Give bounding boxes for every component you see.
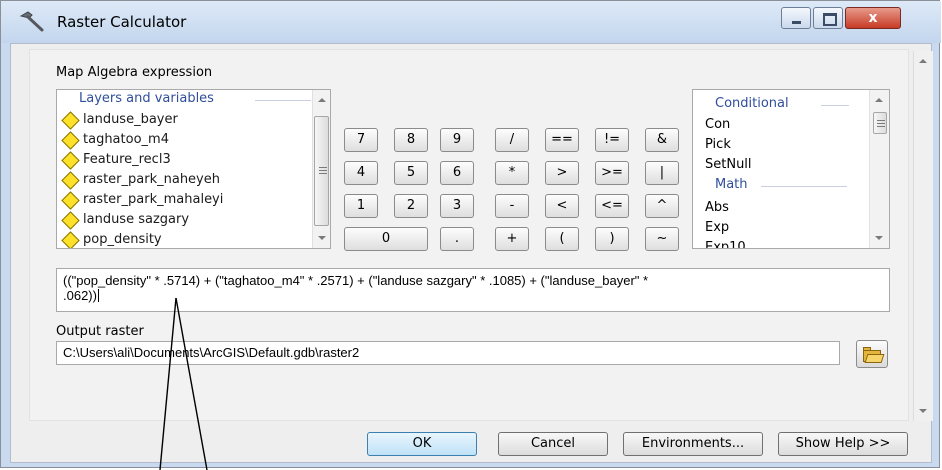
expression-line-1: (("pop_density" * .5714) + ("taghatoo_m4… (63, 273, 649, 288)
list-item[interactable]: pop_density (61, 230, 301, 248)
raster-layer-icon (61, 211, 80, 230)
map-algebra-label: Map Algebra expression (56, 65, 213, 80)
key-not[interactable]: ~ (645, 227, 679, 251)
key-xor[interactable]: ^ (645, 194, 679, 218)
minimize-icon (792, 21, 801, 24)
ok-button[interactable]: OK (367, 432, 477, 456)
key-minus[interactable]: - (495, 194, 529, 218)
raster-layer-icon (61, 151, 80, 170)
list-item[interactable]: raster_park_naheyeh (61, 170, 301, 190)
key-open-paren[interactable]: ( (545, 227, 579, 251)
key-less-equal[interactable]: <= (595, 194, 629, 218)
scroll-down-icon[interactable] (919, 409, 927, 413)
close-icon: x (868, 10, 878, 26)
scroll-thumb[interactable] (314, 116, 329, 226)
math-group-header: Math (715, 177, 748, 192)
scroll-up-icon[interactable] (919, 59, 927, 63)
key-7[interactable]: 7 (344, 128, 378, 152)
key-less[interactable]: < (545, 194, 579, 218)
output-raster-field[interactable]: C:\Users\ali\Documents\ArcGIS\Default.gd… (56, 341, 840, 365)
key-6[interactable]: 6 (440, 161, 474, 185)
scroll-down-icon[interactable] (875, 236, 883, 240)
grip-line (319, 167, 327, 168)
key-0[interactable]: 0 (344, 227, 428, 251)
raster-calculator-window: Raster Calculator x Map Algebra expressi… (0, 0, 941, 468)
grip-line (877, 123, 885, 124)
functions-list[interactable]: Conditional Con Pick SetNull Math Abs Ex… (692, 89, 890, 249)
key-1[interactable]: 1 (344, 194, 378, 218)
list-item[interactable]: taghatoo_m4 (61, 130, 301, 150)
key-greater-equal[interactable]: >= (595, 161, 629, 185)
function-item[interactable]: Pick (705, 137, 731, 152)
function-item[interactable]: Exp (705, 220, 729, 235)
raster-layer-icon (61, 131, 80, 150)
list-item[interactable]: landuse sazgary (61, 210, 301, 230)
grip-line (319, 173, 327, 174)
key-8[interactable]: 8 (394, 128, 428, 152)
maximize-icon (823, 13, 837, 26)
key-and[interactable]: & (645, 128, 679, 152)
functions-scrollbar[interactable] (869, 90, 889, 248)
list-item[interactable]: raster_park_mahaleyi (61, 190, 301, 210)
hammer-icon (19, 11, 44, 32)
function-item[interactable]: Con (705, 117, 730, 132)
key-divide[interactable]: / (495, 128, 529, 152)
grip-line (319, 170, 327, 171)
close-button[interactable]: x (845, 7, 901, 29)
maximize-button[interactable] (813, 7, 843, 29)
cancel-button[interactable]: Cancel (498, 432, 608, 456)
key-close-paren[interactable]: ) (595, 227, 629, 251)
key-5[interactable]: 5 (394, 161, 428, 185)
layers-list[interactable]: Layers and variables landuse_bayer tagha… (56, 89, 331, 249)
scroll-down-icon[interactable] (318, 236, 326, 240)
key-plus[interactable]: + (495, 227, 529, 251)
window-title: Raster Calculator (57, 13, 187, 31)
key-equal[interactable]: == (545, 128, 579, 152)
grip-line (877, 126, 885, 127)
key-3[interactable]: 3 (440, 194, 474, 218)
scroll-up-icon[interactable] (318, 98, 326, 102)
list-item[interactable]: landuse_bayer (61, 110, 301, 130)
key-or[interactable]: | (645, 161, 679, 185)
key-2[interactable]: 2 (394, 194, 428, 218)
expression-input[interactable]: (("pop_density" * .5714) + ("taghatoo_m4… (56, 268, 890, 312)
output-raster-label: Output raster (56, 324, 144, 339)
grip-line (877, 120, 885, 121)
function-item[interactable]: SetNull (705, 157, 752, 172)
group-divider (761, 186, 847, 187)
browse-button[interactable] (856, 340, 888, 368)
key-greater[interactable]: > (545, 161, 579, 185)
key-multiply[interactable]: * (495, 161, 529, 185)
dialog-scrollbar[interactable] (913, 51, 933, 421)
raster-layer-icon (61, 111, 80, 130)
layers-group-header: Layers and variables (79, 91, 214, 106)
show-help-button[interactable]: Show Help >> (778, 432, 908, 456)
scroll-thumb[interactable] (873, 112, 887, 134)
conditional-group-header: Conditional (715, 96, 789, 111)
title-bar[interactable]: Raster Calculator x (1, 1, 941, 43)
text-caret (97, 289, 99, 302)
group-divider (255, 100, 311, 101)
list-item[interactable]: Feature_recl3 (61, 150, 301, 170)
key-4[interactable]: 4 (344, 161, 378, 185)
key-9[interactable]: 9 (440, 128, 474, 152)
raster-layer-icon (61, 231, 80, 248)
raster-layer-icon (61, 171, 80, 190)
key-decimal[interactable]: . (440, 227, 474, 251)
function-item[interactable]: Abs (705, 200, 729, 215)
function-item[interactable]: Exp10 (705, 240, 746, 248)
expression-line-2: .062)) (63, 288, 99, 303)
minimize-button[interactable] (781, 7, 811, 29)
environments-button[interactable]: Environments... (623, 432, 763, 456)
raster-layer-icon (61, 191, 80, 210)
group-divider (821, 105, 849, 106)
key-not-equal[interactable]: != (595, 128, 629, 152)
layers-scrollbar[interactable] (312, 90, 330, 248)
scroll-up-icon[interactable] (875, 98, 883, 102)
